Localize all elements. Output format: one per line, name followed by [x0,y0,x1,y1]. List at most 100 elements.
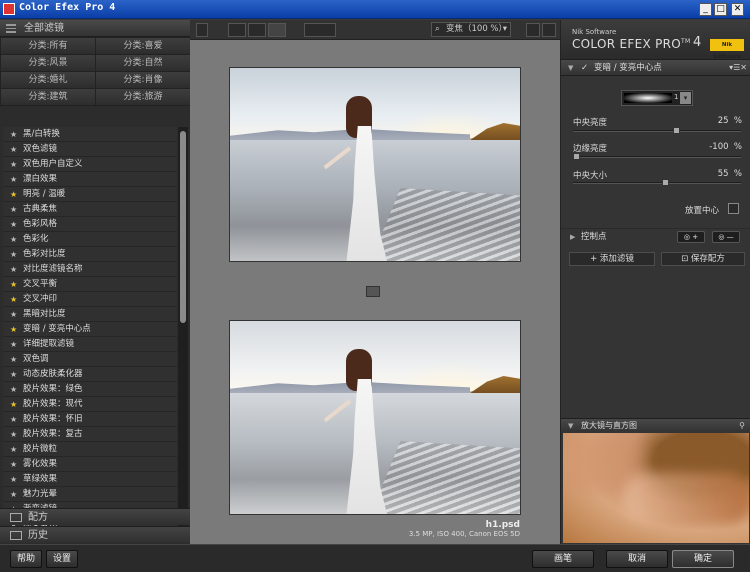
filter-list-item[interactable]: ★ 黑/白转换 [3,127,177,142]
favorite-star-icon[interactable]: ★ [10,292,17,307]
favorite-star-icon[interactable]: ★ [10,472,17,487]
filter-list-item[interactable]: ★ 古典柔焦 [3,202,177,217]
favorite-star-icon[interactable]: ★ [10,217,17,232]
cancel-button[interactable]: 取消 [606,550,668,568]
maximize-button[interactable]: □ [714,3,727,16]
category-nature[interactable]: 分类:自然 [96,55,190,71]
favorite-star-icon[interactable]: ★ [10,277,17,292]
loupe-header[interactable]: ▼ 放大镜与直方图 ⚲ [561,418,750,432]
settings-button[interactable]: 设置 [46,550,78,568]
filter-menu-controls[interactable]: ▾☰✕ [729,60,747,76]
center-brightness-slider[interactable] [573,127,741,134]
ok-button[interactable]: 确定 [672,550,734,568]
minimize-button[interactable]: _ [699,3,712,16]
filter-list-item[interactable]: ★ 色彩风格 [3,217,177,232]
collapse-icon[interactable]: ▼ [568,60,573,76]
brush-button[interactable]: 画笔 [532,550,594,568]
scrollbar-thumb[interactable] [180,131,186,323]
filter-list-item[interactable]: ★ 胶片效果：复古 [3,427,177,442]
split-view-button[interactable] [248,23,266,37]
chevron-down-icon[interactable]: ▾ [680,92,691,104]
place-center-button[interactable] [728,203,739,214]
favorite-star-icon[interactable]: ★ [10,247,17,262]
filter-list-scrollbar[interactable] [178,127,188,527]
category-architecture[interactable]: 分类:建筑 [1,89,95,105]
favorite-star-icon[interactable]: ★ [10,232,17,247]
expand-icon[interactable]: ▶ [570,229,575,245]
filter-list-item[interactable]: ★ 黑暗对比度 [3,307,177,322]
filter-list-item[interactable]: ★ 胶片效果：绿色 [3,382,177,397]
shape-selector[interactable]: 1 ▾ [621,90,693,106]
slider-thumb[interactable] [662,179,669,186]
active-filter-header[interactable]: ▼ ✓ 变暗 / 变亮中心点 ▾☰✕ [561,60,750,76]
favorite-star-icon[interactable]: ★ [10,382,17,397]
favorite-star-icon[interactable]: ★ [10,457,17,472]
compare-button[interactable] [304,23,336,37]
slider-thumb[interactable] [673,127,680,134]
filter-list-item[interactable]: ★ 详细提取滤镜 [3,337,177,352]
filter-list-item[interactable]: ★ 胶片微粒 [3,442,177,457]
toggle-settings-panel-button[interactable] [542,23,556,37]
favorite-star-icon[interactable]: ★ [10,397,17,412]
favorite-star-icon[interactable]: ★ [10,307,17,322]
center-size-slider[interactable] [573,179,741,186]
filter-list-item[interactable]: ★ 明亮 / 温暖 [3,187,177,202]
brightness-icon[interactable] [526,23,540,37]
filter-list-item[interactable]: ★ 对比度滤镜名称 [3,262,177,277]
filter-list-item[interactable]: ★ 双色滤镜 [3,142,177,157]
filter-list-item[interactable]: ★ 交叉冲印 [3,292,177,307]
filter-list-item[interactable]: ★ 色彩对比度 [3,247,177,262]
collapse-icon[interactable]: ▼ [568,419,573,433]
favorite-star-icon[interactable]: ★ [10,127,17,142]
history-header[interactable]: 历史 [0,526,190,543]
favorite-star-icon[interactable]: ★ [10,367,17,382]
filter-list-item[interactable]: ★ 雾化效果 [3,457,177,472]
favorite-star-icon[interactable]: ★ [10,172,17,187]
favorite-star-icon[interactable]: ★ [10,412,17,427]
slider-thumb[interactable] [573,153,580,160]
filter-enabled-checkbox[interactable]: ✓ [581,60,588,76]
filter-list-item[interactable]: ★ 漂白效果 [3,172,177,187]
side-by-side-view-button[interactable] [268,23,286,37]
filter-list-item[interactable]: ★ 草绿效果 [3,472,177,487]
favorite-star-icon[interactable]: ★ [10,157,17,172]
recipes-header[interactable]: 配方 [0,508,190,525]
filter-list-item[interactable]: ★ 胶片效果：现代 [3,397,177,412]
favorite-star-icon[interactable]: ★ [10,352,17,367]
favorite-star-icon[interactable]: ★ [10,427,17,442]
category-portrait[interactable]: 分类:肖像 [96,72,190,88]
zoom-select[interactable]: ⌕ 变焦（100 %） ▾ [431,22,511,37]
all-filters-header[interactable]: 全部滤镜 [0,20,190,37]
favorite-star-icon[interactable]: ★ [10,262,17,277]
favorite-star-icon[interactable]: ★ [10,142,17,157]
filter-list-item[interactable]: ★ 双色用户自定义 [3,157,177,172]
category-landscape[interactable]: 分类:风景 [1,55,95,71]
category-all[interactable]: 分类:所有 [1,38,95,54]
favorite-star-icon[interactable]: ★ [10,322,17,337]
help-button[interactable]: 帮助 [10,550,42,568]
favorite-star-icon[interactable]: ★ [10,202,17,217]
swap-compare-icon[interactable] [366,286,380,297]
favorite-star-icon[interactable]: ★ [10,187,17,202]
category-favorites[interactable]: 分类:喜爱 [96,38,190,54]
filter-list-item[interactable]: ★ 胶片效果：怀旧 [3,412,177,427]
add-control-point-button[interactable]: ◎ + [677,231,705,243]
favorite-star-icon[interactable]: ★ [10,337,17,352]
save-recipe-button[interactable]: ⊡ 保存配方 [661,252,745,266]
favorite-star-icon[interactable]: ★ [10,442,17,457]
filter-list-item[interactable]: ★ 双色调 [3,352,177,367]
category-travel[interactable]: 分类:旅游 [96,89,190,105]
pin-icon[interactable]: ⚲ [739,419,745,433]
edge-brightness-slider[interactable] [573,153,741,160]
toggle-filter-panel-button[interactable] [196,23,208,37]
filter-list-item[interactable]: ★ 魅力光晕 [3,487,177,502]
add-filter-button[interactable]: + 添加滤镜 [569,252,655,266]
filter-list-item[interactable]: ★ 变暗 / 变亮中心点 [3,322,177,337]
remove-control-point-button[interactable]: ◎ — [712,231,740,243]
single-view-button[interactable] [228,23,246,37]
filter-list-item[interactable]: ★ 交叉平衡 [3,277,177,292]
close-button[interactable]: ✕ [731,3,744,16]
filter-list-item[interactable]: ★ 色彩化 [3,232,177,247]
loupe-preview[interactable] [563,433,749,543]
category-wedding[interactable]: 分类:婚礼 [1,72,95,88]
